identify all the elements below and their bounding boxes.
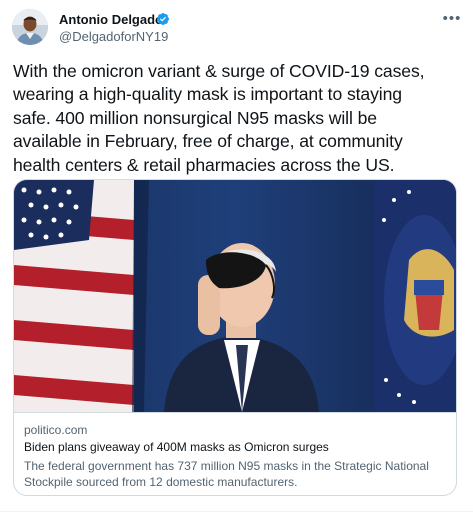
flag-left — [14, 180, 149, 412]
card-domain: politico.com — [24, 423, 88, 437]
card-divider — [14, 412, 456, 413]
tweet: Antonio Delgado @DelgadoforNY19 ••• With… — [0, 0, 473, 512]
author-name[interactable]: Antonio Delgado — [59, 12, 163, 27]
card-title: Biden plans giveaway of 400M masks as Om… — [24, 440, 329, 454]
verified-badge-icon — [157, 13, 169, 25]
avatar-photo-icon — [12, 9, 48, 45]
tweet-text: With the omicron variant & surge of COVI… — [13, 61, 425, 175]
flag-right — [374, 180, 456, 412]
card-description: The federal government has 737 million N… — [24, 459, 429, 489]
more-options-icon[interactable]: ••• — [441, 8, 463, 28]
link-preview-card[interactable]: politico.com Biden plans giveaway of 400… — [13, 179, 457, 496]
card-image — [14, 180, 456, 412]
author-handle[interactable]: @DelgadoforNY19 — [59, 29, 168, 44]
author-avatar[interactable] — [12, 9, 48, 45]
